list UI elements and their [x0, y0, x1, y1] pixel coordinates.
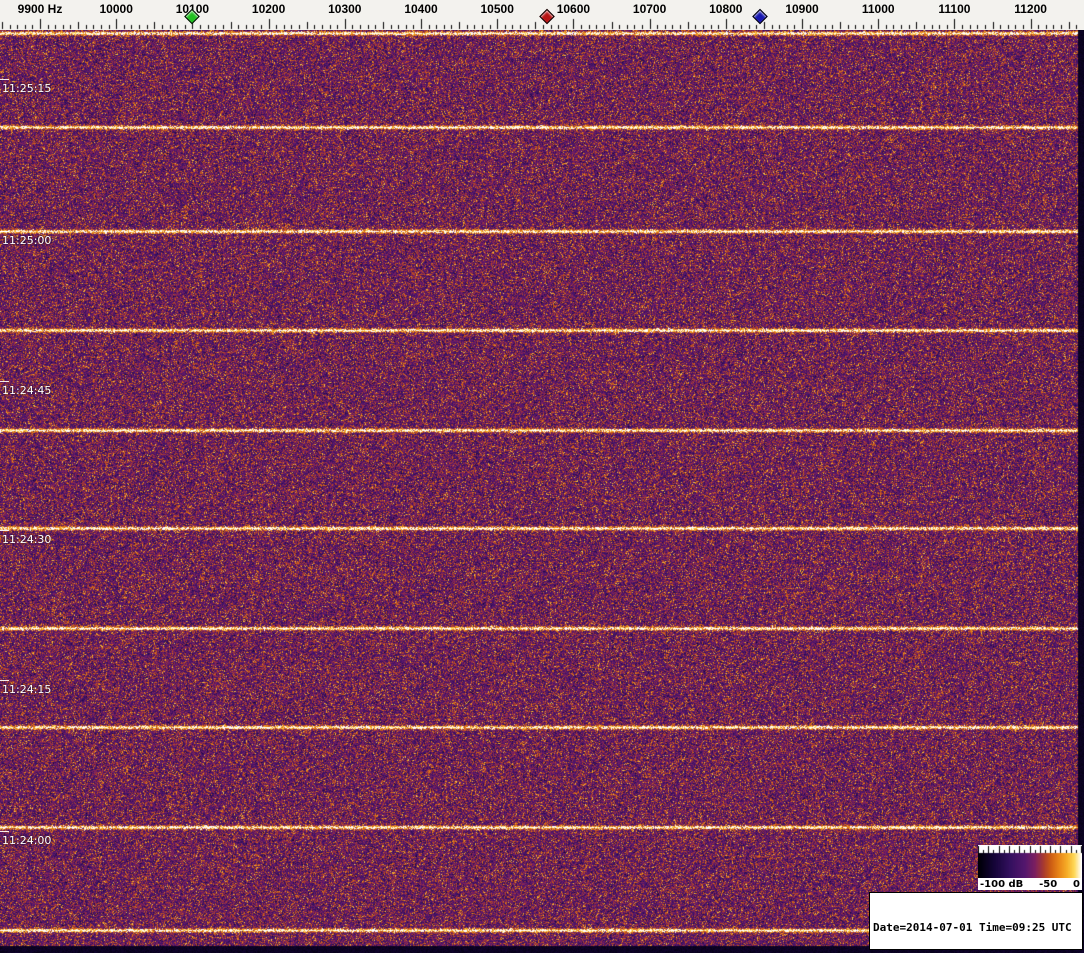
- color-scale-legend: -100 dB -50 0: [978, 845, 1082, 890]
- spectrogram-screen: 11:25:15 11:25:00 11:24:45 11:24:30 11:24:15…: [0, 0, 1084, 953]
- time-tick-label: 11:24:00: [2, 834, 52, 847]
- time-tick-label: 11:25:15: [2, 82, 52, 95]
- legend-min-label: -100 dB: [980, 878, 1024, 890]
- status-info-box: Date=2014-07-01 Time=09:25 UTC Freq=143 …: [869, 892, 1083, 950]
- time-tick-mark: [0, 79, 9, 80]
- time-tick-mark: [0, 831, 9, 832]
- freq-tick-label: 11000: [861, 2, 895, 16]
- color-scale-gradient: [978, 845, 1082, 878]
- time-tick-mark: [0, 381, 9, 382]
- freq-tick-label: 10000: [99, 2, 133, 16]
- freq-tick-label: 10500: [480, 2, 514, 16]
- freq-tick-label: 10800: [709, 2, 743, 16]
- time-tick-label: 11:24:30: [2, 533, 52, 546]
- time-tick-mark: [0, 231, 9, 232]
- time-tick-label: 11:24:45: [2, 384, 52, 397]
- freq-tick-label: 10400: [404, 2, 438, 16]
- time-tick-label: 11:25:00: [2, 234, 52, 247]
- freq-tick-label: 9900 Hz: [17, 2, 63, 16]
- time-tick-mark: [0, 680, 9, 681]
- freq-tick-label: 11100: [938, 2, 971, 16]
- color-scale-labels: -100 dB -50 0: [978, 878, 1082, 890]
- time-tick-mark: [0, 530, 9, 531]
- freq-tick-label: 10200: [251, 2, 286, 16]
- freq-tick-label: 10700: [632, 2, 667, 16]
- legend-max-label: 0: [1073, 878, 1080, 890]
- frequency-axis: 9900 Hz100001010010200103001040010500106…: [0, 0, 1084, 30]
- freq-tick-label: 10600: [556, 2, 591, 16]
- time-tick-label: 11:24:15: [2, 683, 52, 696]
- spectrogram-waterfall[interactable]: [0, 30, 1084, 953]
- legend-mid-label: -50: [1039, 878, 1058, 890]
- info-date-time: Date=2014-07-01 Time=09:25 UTC: [873, 921, 1072, 934]
- freq-tick-label: 10300: [328, 2, 362, 16]
- freq-tick-label: 10900: [785, 2, 819, 16]
- freq-tick-label: 11200: [1014, 2, 1047, 16]
